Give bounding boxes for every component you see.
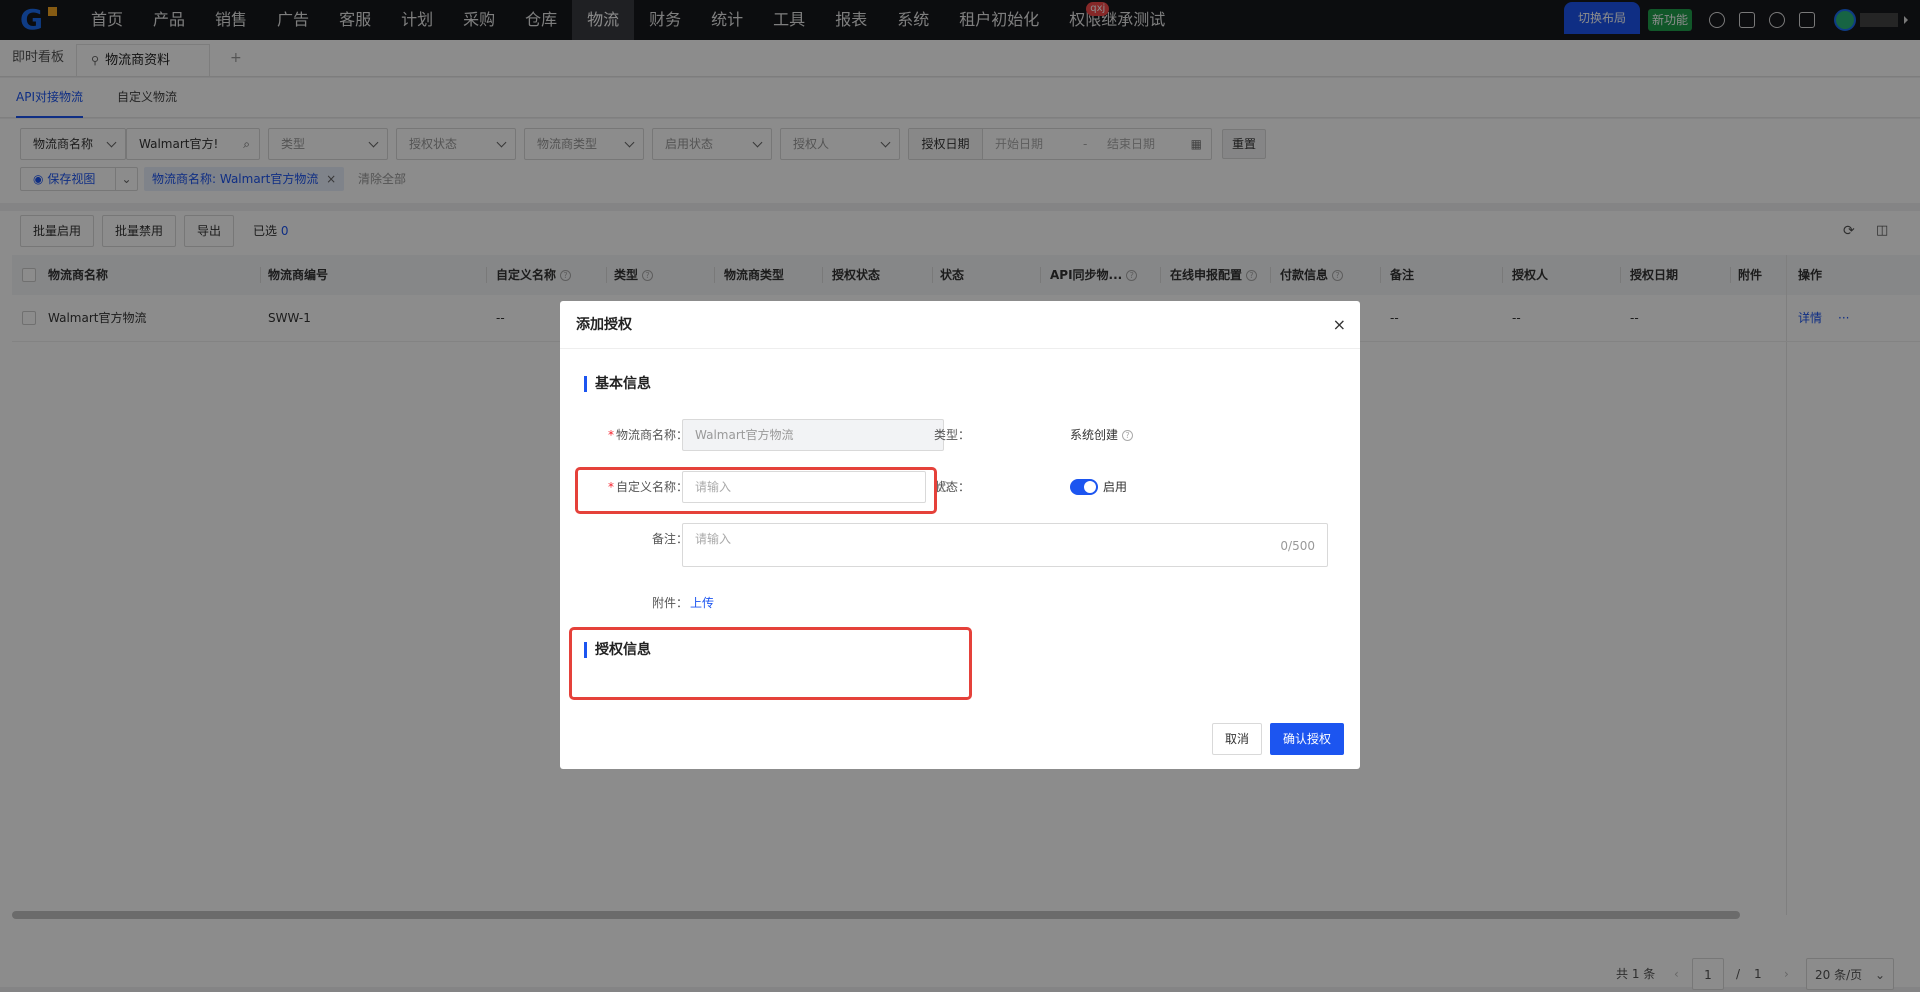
required-marker: * (607, 428, 614, 442)
help-icon[interactable]: ? (1122, 430, 1134, 441)
type-value-text: 系统创建 (1070, 428, 1119, 442)
remark-placeholder: 请输入 (695, 532, 732, 546)
highlight-box (569, 627, 972, 700)
section-basic-info: 基本信息 (584, 376, 651, 392)
highlight-box (575, 467, 937, 514)
remark-counter: 0/500 (1280, 539, 1315, 553)
remark-textarea[interactable]: 请输入 0/500 (682, 523, 1328, 567)
type-value: 系统创建? (1070, 419, 1134, 451)
confirm-authorize-button[interactable]: 确认授权 (1270, 723, 1345, 755)
dialog-title: 添加授权 (576, 317, 632, 333)
upload-link[interactable]: 上传 (690, 587, 714, 619)
type-label: 类型： (933, 428, 970, 442)
status-value: 启用 (1103, 480, 1128, 494)
add-authorization-dialog: 添加授权 × 基本信息 * 物流商名称： Walmart官方物流 类型： 系统创建… (560, 301, 1360, 769)
carrier-name-label: * 物流商名称： (578, 419, 688, 451)
carrier-name-label-text: 物流商名称： (615, 428, 688, 442)
status-toggle[interactable] (1070, 479, 1098, 495)
close-icon[interactable]: × (1333, 315, 1346, 334)
cancel-button[interactable]: 取消 (1212, 723, 1263, 755)
attachment-label: 附件： (651, 596, 688, 610)
dialog-header: 添加授权 × (560, 301, 1360, 349)
remark-label: 备注： (651, 532, 688, 546)
